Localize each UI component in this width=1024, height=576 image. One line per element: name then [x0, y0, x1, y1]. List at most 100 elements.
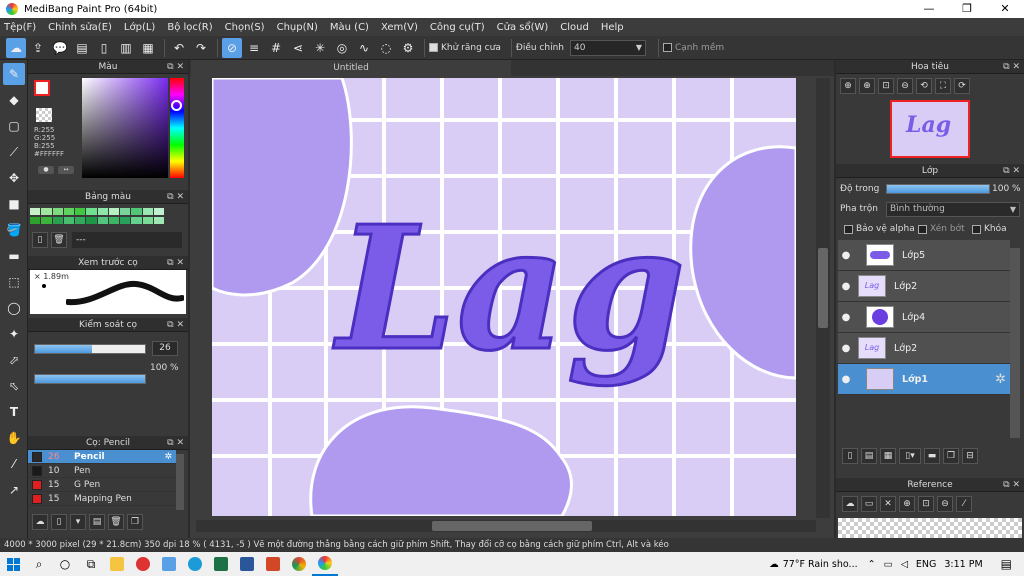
zoom-out-icon[interactable]: ⊖ — [937, 496, 953, 512]
hue-handle[interactable] — [171, 100, 182, 111]
delete-palette-icon[interactable]: 🗑 — [51, 232, 67, 248]
ellipse-icon[interactable]: ◌ — [376, 38, 396, 58]
palette-swatch[interactable] — [63, 208, 74, 215]
menu-snap[interactable]: Chụp(N) — [277, 22, 318, 33]
panel-close-icon[interactable]: ⧉ ✕ — [167, 436, 184, 450]
layer-item-selected[interactable]: ● Lớp1 ✲ — [838, 364, 1010, 395]
search-icon[interactable]: ⌕ — [26, 552, 52, 576]
concentric-icon[interactable]: ◎ — [332, 38, 352, 58]
panel-close-icon[interactable]: ⧉ ✕ — [167, 318, 184, 332]
layer-list-scrollbar[interactable] — [1010, 248, 1020, 438]
clip-checkbox[interactable] — [918, 224, 927, 234]
brush-settings-icon[interactable]: ▤ — [89, 514, 105, 530]
panel-close-icon[interactable]: ⧉ ✕ — [167, 60, 184, 74]
monitor-icon[interactable] — [156, 552, 182, 576]
eye-icon[interactable]: ● — [838, 250, 854, 261]
palette-swatch[interactable] — [41, 216, 52, 224]
rotate-left-icon[interactable]: ⟲ — [916, 78, 932, 94]
transparent-swatch[interactable] — [36, 108, 52, 122]
cloud-icon[interactable]: ☁ — [6, 37, 26, 58]
palette-swatch[interactable] — [131, 216, 142, 224]
canvas-horizontal-scrollbar[interactable] — [196, 520, 816, 532]
gradient-tool-icon[interactable]: ▬ — [3, 245, 25, 267]
gear-icon[interactable]: ✲ — [164, 452, 172, 462]
fill-shape-tool-icon[interactable]: ■ — [3, 193, 25, 215]
chat-icon[interactable]: 💬 — [50, 38, 70, 58]
palette-swatch[interactable] — [153, 216, 164, 224]
palette-swatch[interactable] — [52, 208, 63, 215]
eye-icon[interactable]: ● — [838, 374, 854, 385]
word-icon[interactable] — [234, 552, 260, 576]
brush-tool-icon[interactable]: ✎ — [3, 63, 25, 85]
blend-mode-dropdown[interactable]: Bình thường ▼ — [886, 202, 1020, 217]
gear-icon[interactable]: ✲ — [995, 372, 1006, 387]
eye-icon[interactable]: ● — [838, 281, 854, 292]
operation-tool-icon[interactable]: ↗ — [3, 479, 25, 501]
new-brush-icon[interactable]: ▯ — [51, 514, 67, 530]
fullscreen-icon[interactable]: ⛶ — [935, 78, 951, 94]
magic-wand-tool-icon[interactable]: ✦ — [3, 323, 25, 345]
rotate-right-icon[interactable]: ⟳ — [954, 78, 970, 94]
zoom-in-icon[interactable]: ⊕ — [840, 78, 856, 94]
palette-swatch[interactable] — [142, 216, 153, 224]
palette-swatch[interactable] — [97, 216, 108, 224]
clock[interactable]: 3:11 PM — [944, 559, 982, 570]
medibang-icon[interactable] — [312, 552, 338, 576]
duplicate-layer-icon[interactable]: ❐ — [943, 448, 959, 464]
move-tool-icon[interactable]: ✥ — [3, 167, 25, 189]
panel-close-icon[interactable]: ⧉ ✕ — [167, 256, 184, 270]
tab-untitled[interactable]: Untitled — [191, 60, 511, 76]
folder-icon[interactable]: ▬ — [924, 448, 940, 464]
network-icon[interactable]: ▭ — [884, 559, 893, 570]
windows-start-icon[interactable] — [0, 552, 26, 576]
panel-close-icon[interactable]: ⧉ ✕ — [167, 190, 184, 204]
hand-tool-icon[interactable]: ✋ — [3, 427, 25, 449]
app-icon-red[interactable] — [130, 552, 156, 576]
eraser-tool-icon[interactable]: ◆ — [3, 89, 25, 111]
palette-swatch[interactable] — [97, 208, 108, 215]
brush-opacity-slider[interactable] — [34, 374, 146, 384]
palette-swatch[interactable] — [108, 216, 119, 224]
brush-list-scrollbar[interactable] — [176, 454, 184, 510]
navigator-thumbnail[interactable]: Lag — [890, 100, 970, 158]
eyedropper-icon[interactable]: ⁄ — [956, 496, 972, 512]
fit-icon[interactable]: ⊡ — [878, 78, 894, 94]
eye-icon[interactable]: ● — [838, 343, 854, 354]
minimize-button[interactable]: — — [910, 0, 948, 18]
menu-help[interactable]: Help — [601, 22, 624, 33]
redo-icon[interactable]: ↷ — [191, 38, 211, 58]
delete-brush-icon[interactable]: 🗑 — [108, 514, 124, 530]
reference-area[interactable] — [838, 518, 1022, 538]
palette-swatch[interactable] — [75, 208, 86, 215]
restore-button[interactable]: ❐ — [948, 0, 986, 18]
grid-doc-icon[interactable]: ▦ — [138, 38, 158, 58]
select-tool-icon[interactable]: ⬚ — [3, 271, 25, 293]
edge-icon[interactable] — [182, 552, 208, 576]
layer-doc-icon[interactable]: ▥ — [116, 38, 136, 58]
volume-icon[interactable]: ◁ — [901, 559, 908, 570]
radial-line-icon[interactable]: ⋖ — [288, 38, 308, 58]
panel-close-icon[interactable]: ⧉ ✕ — [1003, 60, 1020, 74]
menu-layer[interactable]: Lớp(L) — [124, 22, 155, 33]
menu-edit[interactable]: Chỉnh sửa(E) — [48, 22, 112, 33]
comment-icon[interactable]: ▤ — [72, 38, 92, 58]
layer-item[interactable]: ● Lag Lớp2 — [838, 333, 1010, 364]
drawing-canvas[interactable]: Lag — [212, 78, 796, 516]
tray-chevron-icon[interactable]: ⌃ — [868, 559, 876, 570]
settings-icon[interactable]: ⚙ — [398, 38, 418, 58]
menu-view[interactable]: Xem(V) — [381, 22, 418, 33]
fit-icon[interactable]: ⊡ — [918, 496, 934, 512]
language-indicator[interactable]: ENG — [916, 559, 936, 570]
palette-swatch[interactable] — [52, 216, 63, 224]
no-snap-icon[interactable]: ⊘ — [222, 37, 242, 58]
duplicate-brush-icon[interactable]: ❐ — [127, 514, 143, 530]
menu-filter[interactable]: Bộ lọc(R) — [167, 22, 212, 33]
panel-close-icon[interactable]: ⧉ ✕ — [1003, 478, 1020, 492]
brush-item-mapping-pen[interactable]: 15 Mapping Pen — [28, 492, 176, 506]
rect-select-tool-icon[interactable]: ▢ — [3, 115, 25, 137]
new-8bit-layer-icon[interactable]: ▦ — [880, 448, 896, 464]
color-mode-button[interactable]: ● — [38, 166, 54, 174]
brush-size-slider[interactable] — [34, 344, 146, 354]
notification-icon[interactable]: ▤ — [1001, 557, 1012, 571]
palette-swatch[interactable] — [86, 208, 97, 215]
